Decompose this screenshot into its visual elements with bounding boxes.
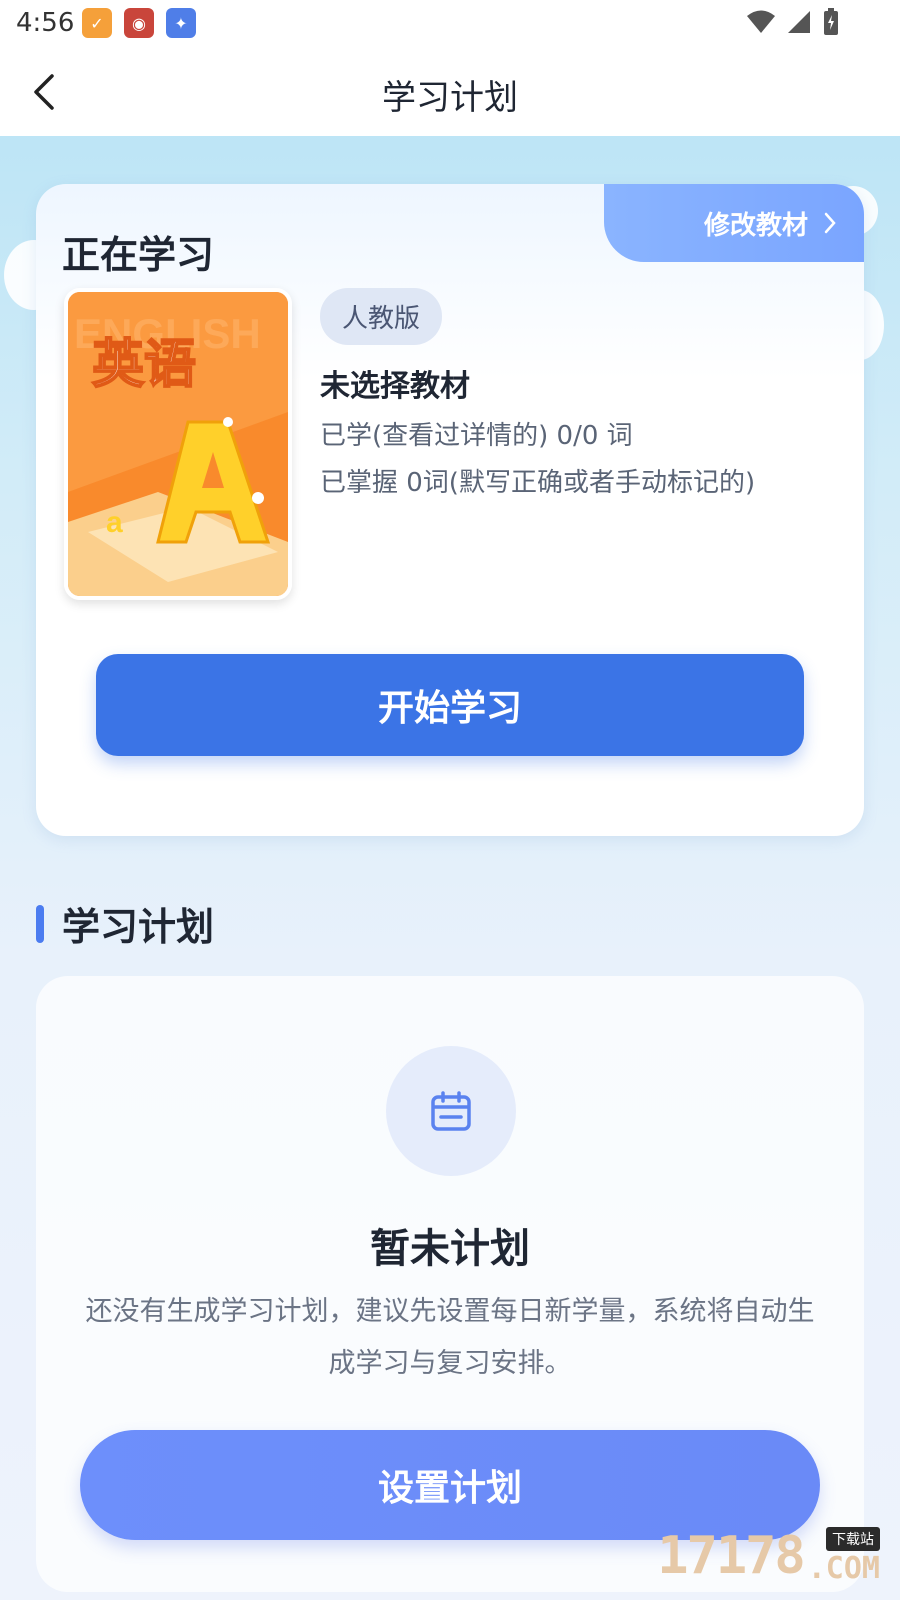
calendar-icon <box>431 1091 471 1131</box>
change-textbook-label: 修改教材 <box>703 210 808 241</box>
textbook-info: 人教版 未选择教材 已学(查看过详情的) 0/0 词 已掌握 0词(默写正确或者… <box>320 288 844 499</box>
watermark-tag: 下载站 <box>826 1527 880 1551</box>
wifi-icon <box>747 10 775 33</box>
start-learning-button[interactable]: 开始学习 <box>96 654 804 756</box>
navigation-bar: 学习计划 <box>0 48 900 136</box>
signal-icon <box>788 11 810 33</box>
plan-section-header: 学习计划 <box>36 896 214 951</box>
textbook-cover-art: ENGLISH 英语 a <box>68 292 288 596</box>
status-bar: 4:56 ✓ ◉ ✦ <box>0 0 900 48</box>
cover-subject-text: 英语 <box>92 335 196 395</box>
battery-icon <box>824 8 838 35</box>
learned-count: 已学(查看过详情的) 0/0 词 <box>320 421 633 451</box>
section-accent-bar <box>36 904 44 943</box>
app-notification-icon: ✓ <box>82 8 112 38</box>
page-title: 学习计划 <box>382 78 518 118</box>
bird-app-icon: ✦ <box>166 8 196 38</box>
watermark-number: 17178 <box>657 1526 806 1586</box>
learning-label: 正在学习 <box>62 233 215 277</box>
status-indicators <box>746 8 840 36</box>
textbook-cover[interactable]: ENGLISH 英语 a <box>64 288 292 600</box>
textbook-title: 未选择教材 <box>320 369 470 404</box>
chevron-right-icon <box>824 212 836 234</box>
empty-plan-description: 还没有生成学习计划，建议先设置每日新学量，系统将自动生成学习与复习安排。 <box>85 1296 815 1379</box>
set-plan-button[interactable]: 设置计划 <box>80 1430 820 1540</box>
weibo-icon: ◉ <box>124 8 154 38</box>
current-learning-card: 修改教材 正在学习 ENGLISH 英语 a 人教版 未选择教材 已学(查看过详… <box>36 184 864 836</box>
cover-small-a: a <box>106 506 123 539</box>
plan-empty-card: 暂未计划 还没有生成学习计划，建议先设置每日新学量，系统将自动生成学习与复习安排… <box>36 976 864 1592</box>
calendar-icon-circle <box>386 1046 516 1176</box>
edition-badge: 人教版 <box>320 288 443 345</box>
plan-section-title: 学习计划 <box>62 905 215 949</box>
empty-plan-title: 暂未计划 <box>370 1226 530 1272</box>
site-watermark: 17178 下载站 .COM <box>657 1526 880 1586</box>
change-textbook-button[interactable]: 修改教材 <box>604 184 864 262</box>
watermark-domain: .COM <box>807 1551 880 1586</box>
mastered-count: 已掌握 0词(默写正确或者手动标记的) <box>320 468 756 498</box>
watermark-right: 下载站 .COM <box>808 1527 880 1586</box>
status-time: 4:56 <box>16 8 75 38</box>
status-app-icons: ✓ ◉ ✦ <box>82 8 196 38</box>
